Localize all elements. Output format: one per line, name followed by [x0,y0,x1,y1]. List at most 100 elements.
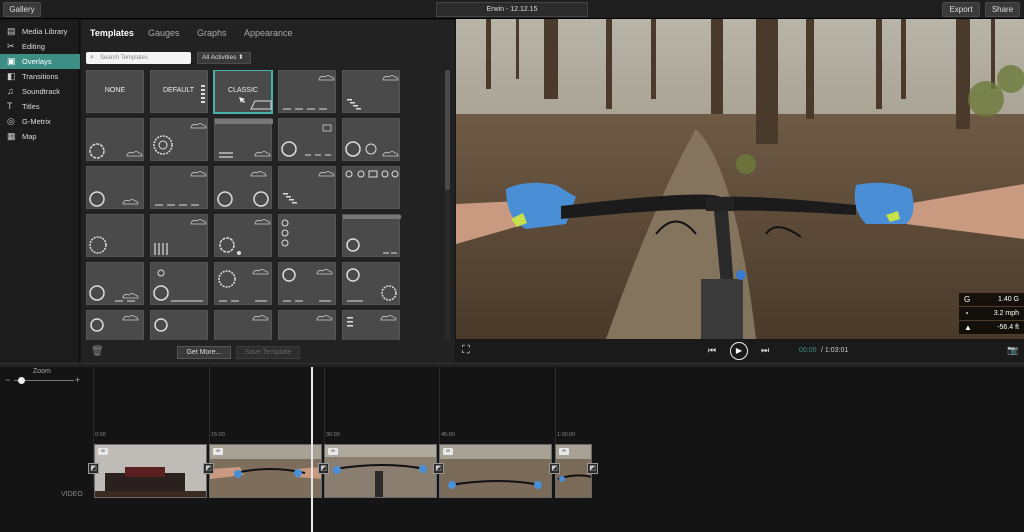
template-tile[interactable] [278,70,336,113]
film-icon: ▤ [7,26,16,36]
sidebar-item-label: Transitions [22,72,59,81]
template-tile-none[interactable]: NONE [86,70,144,113]
template-tile[interactable] [150,262,208,305]
clip-thumbnail [210,445,321,497]
clip-thumbnail [95,445,206,497]
gauge-icon [219,219,271,255]
save-template-button[interactable]: Save Template [236,346,300,359]
template-tile[interactable] [214,166,272,209]
search-input[interactable]: ⌕ Search Templates [86,52,191,64]
transition-icon[interactable]: ◩ [318,463,329,474]
sidebar-item-label: Overlays [22,57,52,66]
template-tile[interactable] [86,262,144,305]
template-tile-classic[interactable]: CLASSIC [213,70,273,114]
scrollbar-thumb[interactable] [445,70,450,190]
zoom-slider-knob[interactable] [18,377,25,384]
tab-gauges[interactable]: Gauges [148,28,180,38]
trash-icon[interactable]: 🗑 [91,346,104,357]
template-tile[interactable] [214,214,272,257]
sidebar-item-map[interactable]: ▦ Map [0,129,80,144]
gauge-icon [218,269,269,302]
transition-icon[interactable]: ◩ [433,463,444,474]
playhead[interactable] [311,367,313,532]
share-button[interactable]: Share [985,2,1020,17]
zoom-in-icon[interactable]: + [75,375,80,385]
template-tile[interactable] [278,118,336,161]
template-tile[interactable] [86,310,144,340]
tab-appearance[interactable]: Appearance [244,28,293,38]
tab-templates[interactable]: Templates [90,28,134,38]
tab-graphs[interactable]: Graphs [197,28,227,38]
sidebar-item-overlays[interactable]: ▣ Overlays [0,54,80,69]
template-tile[interactable] [342,262,400,305]
video-clip[interactable]: ∞ [209,444,322,498]
current-time: 00:00 [799,347,817,354]
play-button[interactable]: ▶ [730,342,748,360]
project-title[interactable]: Erwin - 12.12.15 [436,2,588,17]
template-tile[interactable] [150,310,208,340]
gauge-icon [153,123,207,155]
sidebar-item-transitions[interactable]: ◧ Transitions [0,69,80,84]
template-tile[interactable] [278,214,336,257]
gauge-icon [252,315,269,321]
get-more-button[interactable]: Get More... [177,346,231,359]
gauge-icon [89,191,139,207]
gallery-button[interactable]: Gallery [3,2,41,17]
template-tile[interactable] [214,310,272,340]
gauge-icon [154,219,207,255]
template-tile[interactable] [342,214,401,257]
export-button[interactable]: Export [942,2,980,17]
overlay-icon: ▣ [7,56,16,66]
gauge-value: -56.4 ft [997,324,1019,331]
template-tile[interactable] [278,310,336,340]
template-scrollbar[interactable] [445,70,450,340]
gauge-icon [217,171,269,207]
sidebar-item-soundtrack[interactable]: ♫ Soundtrack [0,84,80,99]
activity-filter-select[interactable]: All Activities ⬍ [197,52,251,64]
transition-icon[interactable]: ◩ [203,463,214,474]
template-tile[interactable] [150,166,208,209]
template-tile[interactable] [342,70,400,113]
video-clip[interactable]: ∞ [94,444,207,498]
transition-icon[interactable]: ◩ [587,463,598,474]
sidebar-item-media-library[interactable]: ▤ Media Library [0,24,80,39]
template-tile[interactable] [86,118,144,161]
elevation-icon: ▲ [964,323,972,332]
search-placeholder: Search Templates [100,55,148,61]
sidebar-item-editing[interactable]: ✂ Editing [0,39,80,54]
template-tile[interactable] [278,166,336,209]
previous-frame-icon[interactable]: ⏮ [708,345,716,356]
video-clip[interactable]: ∞ [324,444,437,498]
template-tile[interactable] [342,166,400,209]
video-clip[interactable]: ∞ [439,444,552,498]
zoom-out-icon[interactable]: − [5,375,10,385]
next-frame-icon[interactable]: ⏭ [761,345,769,356]
transition-icon[interactable]: ◩ [549,463,560,474]
sidebar-item-g-metrix[interactable]: ◎ G-Metrix [0,114,80,129]
gauge-icon [281,124,332,157]
fullscreen-icon[interactable]: ⛶ [462,344,470,357]
sidebar-item-titles[interactable]: T Titles [0,99,80,114]
transition-icon[interactable]: ◩ [88,463,99,474]
gauge-icon [155,171,207,206]
template-tile[interactable] [342,118,400,161]
clip-thumbnail [325,445,436,497]
sidebar: ▤ Media Library ✂ Editing ▣ Overlays ◧ Trans… [0,20,80,363]
template-tile[interactable] [86,166,144,209]
template-tile[interactable] [86,214,144,257]
template-tile[interactable] [214,262,272,305]
timeline: Zoom − + 0:00 15:00 30:00 45:00 1:00:00 … [0,367,1024,532]
template-tile[interactable] [150,214,208,257]
template-tile-default[interactable]: DEFAULT [150,70,208,113]
gauge-icon [343,215,401,254]
template-tile[interactable] [214,118,273,161]
video-preview[interactable]: G 1.40 G ◔ 3.2 mph ▲ -56.4 ft [456,19,1024,339]
gauge-value: 3.2 mph [993,310,1019,317]
gauge-icon [89,285,139,302]
template-tile[interactable] [278,262,336,305]
template-tile[interactable] [150,118,208,161]
template-tile[interactable] [342,310,400,340]
camera-snapshot-icon[interactable]: 📷 [1007,345,1018,356]
zoom-label: Zoom [33,368,51,375]
gauge-value: 1.40 G [997,296,1019,303]
